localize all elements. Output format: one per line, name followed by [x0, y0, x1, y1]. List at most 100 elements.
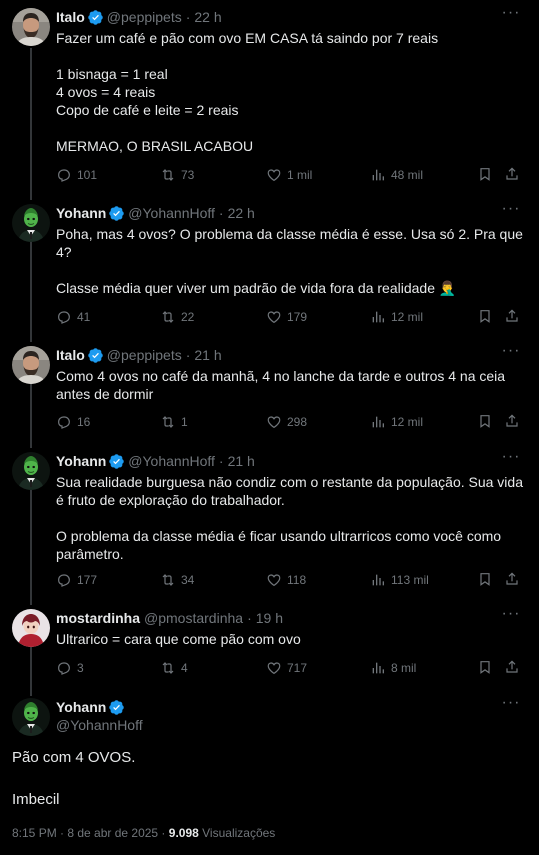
- reply-icon: [56, 414, 72, 430]
- author-name[interactable]: Italo: [56, 8, 85, 26]
- author-handle[interactable]: @pmostardinha: [144, 609, 243, 627]
- reply-count: 177: [77, 573, 98, 587]
- author-name[interactable]: Italo: [56, 346, 85, 364]
- more-icon[interactable]: ···: [501, 449, 521, 470]
- reply-icon: [56, 572, 72, 588]
- like-count: 179: [287, 310, 308, 324]
- author-handle[interactable]: @YohannHoff: [56, 716, 143, 734]
- like-icon: [266, 167, 282, 183]
- views-icon: [370, 414, 386, 430]
- timestamp[interactable]: 8:15 PM · 8 de abr de 2025 ·: [12, 826, 169, 840]
- more-icon[interactable]: ···: [501, 201, 521, 222]
- repost-button[interactable]: 34: [160, 571, 194, 589]
- author-handle[interactable]: @YohannHoff: [128, 452, 215, 470]
- repost-button[interactable]: 4: [160, 659, 188, 677]
- more-icon[interactable]: ···: [501, 606, 521, 627]
- repost-count: 73: [181, 168, 195, 182]
- reply-icon: [56, 309, 72, 325]
- more-icon[interactable]: ···: [501, 343, 521, 364]
- like-button[interactable]: 1 mil: [266, 166, 312, 184]
- reply-button[interactable]: 101: [56, 166, 97, 184]
- reply-count: 41: [77, 310, 91, 324]
- tweet-header: Yohann @YohannHoff · 22 h: [56, 204, 255, 222]
- tweet-actions: 41 22 179 12 mil: [56, 308, 526, 326]
- tweet-handle-row: @YohannHoff: [56, 716, 143, 734]
- views-button[interactable]: 113 mil: [370, 571, 429, 589]
- author-handle[interactable]: @YohannHoff: [128, 204, 215, 222]
- tweet-time[interactable]: 22 h: [194, 8, 221, 26]
- like-icon: [266, 572, 282, 588]
- repost-icon: [160, 167, 176, 183]
- verified-badge-icon: [88, 348, 103, 363]
- share-button[interactable]: [504, 413, 520, 432]
- share-button[interactable]: [504, 571, 520, 590]
- bookmark-button[interactable]: [477, 413, 493, 432]
- views-button[interactable]: 48 mil: [370, 166, 423, 184]
- author-name[interactable]: Yohann: [56, 204, 106, 222]
- thread-connector: [30, 645, 32, 696]
- views-icon: [370, 167, 386, 183]
- like-button[interactable]: 717: [266, 659, 307, 677]
- reply-button[interactable]: 3: [56, 659, 84, 677]
- tweet-header: Italo @peppipets · 21 h: [56, 346, 222, 364]
- more-icon[interactable]: ···: [501, 695, 521, 716]
- author-name[interactable]: Yohann: [56, 452, 106, 470]
- share-icon: [504, 413, 520, 429]
- like-icon: [266, 414, 282, 430]
- author-handle[interactable]: @peppipets: [107, 8, 182, 26]
- avatar[interactable]: [12, 8, 50, 46]
- views-button[interactable]: 8 mil: [370, 659, 416, 677]
- repost-icon: [160, 309, 176, 325]
- share-icon: [504, 571, 520, 587]
- like-count: 1 mil: [287, 168, 313, 182]
- share-button[interactable]: [504, 308, 520, 327]
- repost-button[interactable]: 73: [160, 166, 194, 184]
- reply-button[interactable]: 41: [56, 308, 90, 326]
- avatar[interactable]: [12, 452, 50, 490]
- bookmark-button[interactable]: [477, 308, 493, 327]
- repost-count: 1: [181, 415, 188, 429]
- tweet-header: mostardinha @pmostardinha · 19 h: [56, 609, 283, 627]
- author-handle[interactable]: @peppipets: [107, 346, 182, 364]
- author-name[interactable]: mostardinha: [56, 609, 140, 627]
- reply-button[interactable]: 16: [56, 413, 90, 431]
- tweet-text: Fazer um café e pão com ovo EM CASA tá s…: [56, 30, 439, 154]
- tweet-time[interactable]: 21 h: [228, 452, 255, 470]
- like-button[interactable]: 118: [266, 571, 306, 589]
- separator-dot: ·: [185, 9, 191, 25]
- tweet-time[interactable]: 21 h: [194, 346, 221, 364]
- bookmark-button[interactable]: [477, 571, 493, 590]
- bookmark-button[interactable]: [477, 166, 493, 185]
- avatar[interactable]: [12, 609, 50, 647]
- share-button[interactable]: [504, 659, 520, 678]
- reply-button[interactable]: 177: [56, 571, 97, 589]
- views-button[interactable]: 12 mil: [370, 308, 423, 326]
- like-button[interactable]: 298: [266, 413, 307, 431]
- repost-button[interactable]: 22: [160, 308, 194, 326]
- avatar[interactable]: [12, 204, 50, 242]
- views-count: 12 mil: [391, 415, 424, 429]
- share-button[interactable]: [504, 166, 520, 185]
- main-tweet-text-line-2: Imbecil: [12, 791, 60, 808]
- views-button[interactable]: 12 mil: [370, 413, 423, 431]
- like-count: 118: [287, 573, 307, 587]
- thread-connector: [30, 48, 32, 200]
- avatar[interactable]: [12, 698, 50, 736]
- tweet-actions: 3 4 717 8 mil: [56, 659, 526, 677]
- tweet-time[interactable]: 19 h: [256, 609, 283, 627]
- more-icon[interactable]: ···: [501, 5, 521, 26]
- repost-count: 34: [181, 573, 195, 587]
- bookmark-button[interactable]: [477, 659, 493, 678]
- views-icon: [370, 309, 386, 325]
- like-button[interactable]: 179: [266, 308, 307, 326]
- avatar[interactable]: [12, 346, 50, 384]
- views-label: Visualizações: [202, 826, 276, 840]
- bookmark-icon: [477, 166, 493, 182]
- tweet-time[interactable]: 22 h: [228, 204, 255, 222]
- repost-button[interactable]: 1: [160, 413, 188, 431]
- author-name[interactable]: Yohann: [56, 698, 106, 716]
- verified-badge-icon: [109, 206, 124, 221]
- tweet-text: Sua realidade burguesa não condiz com o …: [56, 474, 523, 562]
- verified-badge-icon: [109, 700, 124, 715]
- repost-count: 4: [181, 661, 188, 675]
